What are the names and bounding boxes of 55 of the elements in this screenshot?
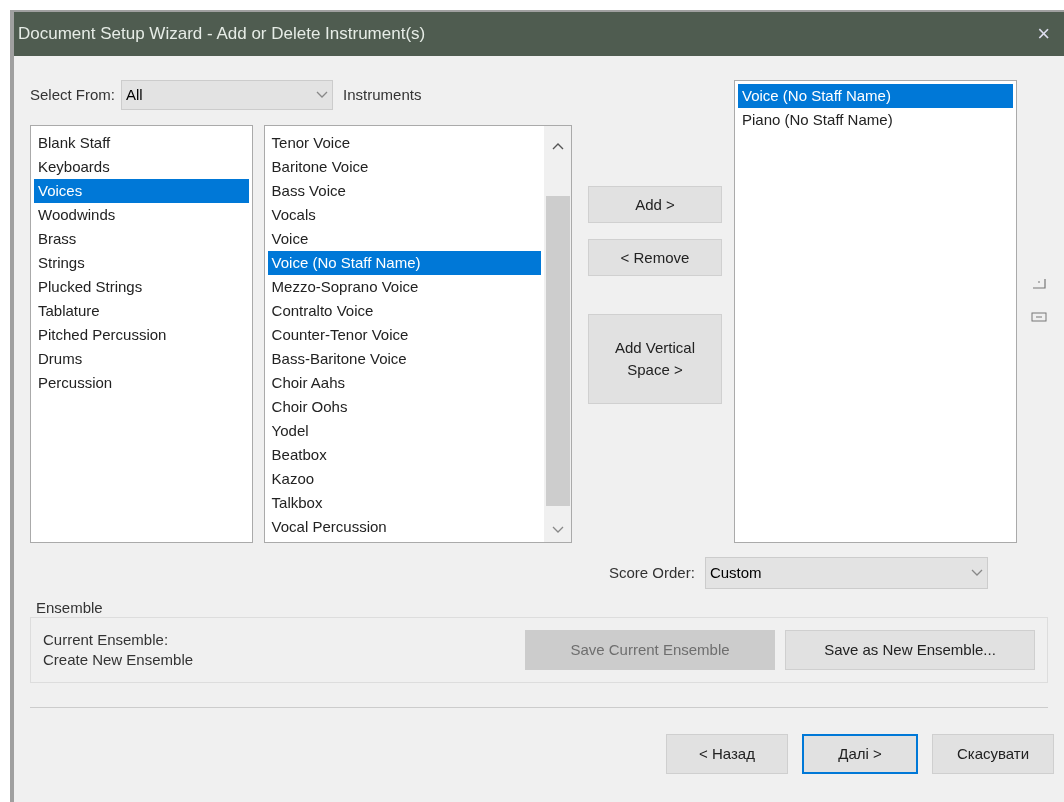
list-item[interactable]: Voice	[267, 227, 541, 251]
instruments-label: Instruments	[343, 84, 422, 105]
list-item[interactable]: Drums	[34, 347, 249, 371]
list-item[interactable]: Vocal Percussion	[267, 515, 541, 539]
action-button[interactable]: Add >	[588, 186, 722, 223]
scroll-down-icon	[551, 526, 564, 534]
list-item[interactable]: Choir Oohs	[267, 395, 541, 419]
list-item[interactable]: Contralto Voice	[267, 299, 541, 323]
window-title: Document Setup Wizard - Add or Delete Instrument(s)	[18, 23, 426, 46]
list-item[interactable]: Brass	[34, 227, 249, 251]
current-ensemble-label: Current Ensemble:	[43, 630, 170, 650]
select-from-label: Select From:	[30, 84, 116, 105]
list-item[interactable]: Voice (No Staff Name)	[738, 84, 1013, 108]
move-up-icon[interactable]	[1031, 276, 1047, 290]
list-item[interactable]: Yodel	[267, 419, 541, 443]
list-item[interactable]: Choir Aahs	[267, 371, 541, 395]
list-item[interactable]: Beatbox	[267, 443, 541, 467]
list-item[interactable]: Kazoo	[267, 467, 541, 491]
scroll-thumb[interactable]	[545, 196, 570, 506]
move-down-icon[interactable]	[1031, 312, 1047, 322]
list-item[interactable]: Piano (No Staff Name)	[738, 108, 1013, 132]
current-ensemble-value: Create New Ensemble	[43, 650, 194, 670]
footer-button[interactable]: < Назад	[666, 734, 788, 774]
list-item[interactable]: Voice (No Staff Name)	[267, 251, 541, 275]
chevron-down-icon	[316, 91, 329, 99]
footer-button[interactable]: Далі >	[802, 734, 918, 774]
list-item[interactable]: Baritone Voice	[267, 155, 541, 179]
ensemble-title: Ensemble	[36, 598, 104, 617]
list-item[interactable]: Percussion	[34, 371, 249, 395]
list-item[interactable]: Talkbox	[267, 491, 541, 515]
score-order-label: Score Order:	[609, 562, 695, 583]
close-button[interactable]: ×	[1037, 23, 1050, 45]
list-item[interactable]: Vocals	[267, 203, 541, 227]
list-item[interactable]: Counter-Tenor Voice	[267, 323, 541, 347]
ensemble-button[interactable]: Save as New Ensemble...	[785, 630, 1035, 670]
list-item[interactable]: Mezzo-Soprano Voice	[267, 275, 541, 299]
list-item[interactable]: Tenor Voice	[267, 131, 541, 155]
action-button[interactable]: Add Vertical Space >	[588, 314, 722, 404]
scrollbar[interactable]	[544, 126, 571, 542]
list-item[interactable]: Plucked Strings	[34, 275, 249, 299]
list-item[interactable]: Strings	[34, 251, 249, 275]
chevron-down-icon	[970, 569, 983, 577]
list-item[interactable]: Bass Voice	[267, 179, 541, 203]
footer-button[interactable]: Скасувати	[932, 734, 1054, 774]
list-item[interactable]: Pitched Percussion	[34, 323, 249, 347]
list-item[interactable]: Bass-Baritone Voice	[267, 347, 541, 371]
list-item[interactable]: Voices	[34, 179, 249, 203]
list-item[interactable]: Woodwinds	[34, 203, 249, 227]
list-item[interactable]: Tablature	[34, 299, 249, 323]
action-button[interactable]: < Remove	[588, 239, 722, 276]
list-item[interactable]: Keyboards	[34, 155, 249, 179]
select-from-dropdown[interactable]: All	[121, 80, 334, 110]
scroll-up-icon[interactable]	[551, 142, 564, 150]
list-item[interactable]: Blank Staff	[34, 131, 249, 155]
score-order-dropdown[interactable]: Custom	[704, 557, 988, 589]
